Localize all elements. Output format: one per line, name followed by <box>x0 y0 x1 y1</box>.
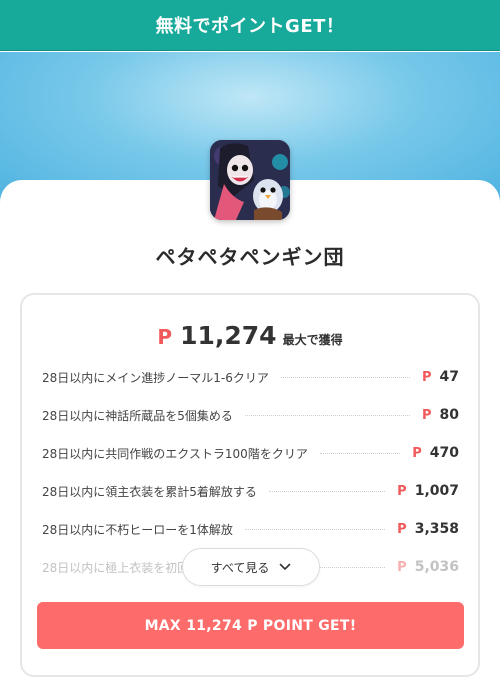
task-points: 3,358 <box>414 521 459 537</box>
point-symbol: P <box>421 369 432 385</box>
leader-dots <box>244 528 386 530</box>
task-row: 28日以内に領主衣装を累計5着解放する P 1,007 <box>42 472 459 510</box>
total-points: P 11,274 最大で獲得 <box>22 321 478 350</box>
task-points: 1,007 <box>414 483 459 499</box>
see-all-label: すべて見る <box>210 560 270 575</box>
point-symbol: P <box>412 445 422 461</box>
task-label: 28日以内に神話所蔵品を5個集める <box>42 408 233 423</box>
point-symbol: P <box>397 559 407 575</box>
max-point-get-button[interactable]: MAX 11,274 P POINT GET! <box>37 602 464 649</box>
point-symbol: P <box>397 521 407 537</box>
app-name: ペタペタペンギン団 <box>155 245 345 269</box>
cta-label: MAX 11,274 P POINT GET! <box>144 617 357 634</box>
leader-dots <box>319 452 401 454</box>
leader-dots <box>268 490 386 492</box>
task-label: 28日以内に極上衣装を初回 <box>42 560 190 575</box>
task-row: 28日以内に神話所蔵品を5個集める P 80 <box>42 396 459 434</box>
task-points: 5,036 <box>414 559 459 575</box>
task-row: 28日以内にメイン進捗ノーマル1-6クリア P 47 <box>42 358 459 396</box>
chevron-down-icon <box>280 563 291 570</box>
task-points: 470 <box>429 445 459 461</box>
task-row: 28日以内に不朽ヒーローを1体解放 P 3,358 <box>42 510 459 548</box>
point-symbol: P <box>397 483 407 499</box>
task-label: 28日以内に不朽ヒーローを1体解放 <box>42 522 233 537</box>
leader-dots <box>280 376 410 378</box>
task-points: 47 <box>439 369 459 385</box>
point-symbol: P <box>157 325 173 349</box>
total-points-suffix: 最大で獲得 <box>282 333 343 347</box>
reward-panel: P 11,274 最大で獲得 28日以内にメイン進捗ノーマル1-6クリア P 4… <box>20 293 480 677</box>
total-points-value: 11,274 <box>180 321 277 350</box>
see-all-button[interactable]: すべて見る <box>182 548 320 586</box>
task-label: 28日以内に共同作戦のエクストラ100階をクリア <box>42 446 308 461</box>
task-row: 28日以内に共同作戦のエクストラ100階をクリア P 470 <box>42 434 459 472</box>
app-icon <box>210 140 290 220</box>
task-label: 28日以内に領主衣装を累計5着解放する <box>42 484 257 499</box>
point-symbol: P <box>421 407 432 423</box>
app-icon-art <box>210 140 290 220</box>
header-title: 無料でポイントGET！ <box>155 16 345 37</box>
leader-dots <box>244 414 410 416</box>
task-label: 28日以内にメイン進捗ノーマル1-6クリア <box>42 370 269 385</box>
page-header: 無料でポイントGET！ <box>0 0 500 51</box>
task-points: 80 <box>439 407 459 423</box>
